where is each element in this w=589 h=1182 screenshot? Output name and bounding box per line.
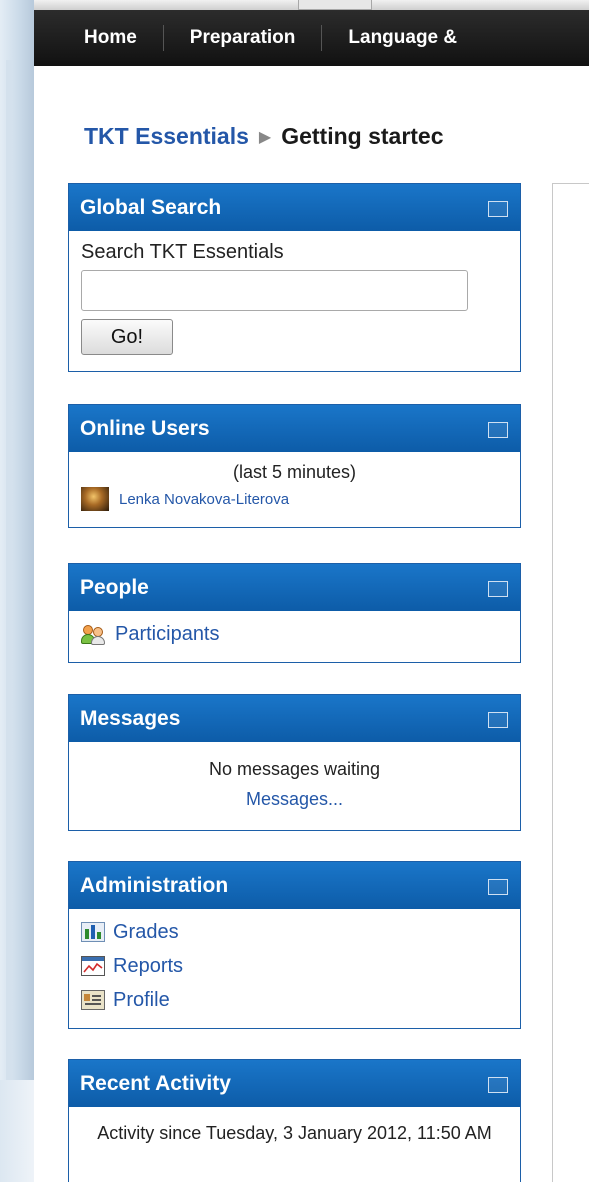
- collapse-icon[interactable]: [488, 201, 508, 217]
- participants-icon: [81, 623, 107, 645]
- go-button[interactable]: Go!: [81, 319, 173, 355]
- profile-link[interactable]: Profile: [113, 989, 170, 1012]
- admin-item-grades[interactable]: Grades: [81, 915, 508, 949]
- recent-activity-text: Activity since Tuesday, 3 January 2012, …: [97, 1123, 492, 1143]
- collapse-icon[interactable]: [488, 1077, 508, 1093]
- nav-item-preparation[interactable]: Preparation: [190, 27, 296, 49]
- profile-icon: [81, 990, 105, 1010]
- main-content-frame: [552, 183, 589, 1182]
- left-strip-inner: [6, 60, 12, 1182]
- messages-block: Messages No messages waiting Messages...: [68, 694, 521, 831]
- recent-activity-block: Recent Activity Activity since Tuesday, …: [68, 1059, 521, 1182]
- people-block: People Participants: [68, 563, 521, 663]
- messages-status: No messages waiting: [208, 759, 381, 779]
- left-strip-foot: [0, 1080, 34, 1182]
- block-title: People: [80, 575, 149, 599]
- participants-link[interactable]: Participants: [115, 623, 220, 646]
- breadcrumb-course-link[interactable]: TKT Essentials: [84, 123, 249, 150]
- block-header: People: [69, 564, 520, 611]
- grades-icon: [81, 922, 105, 942]
- grades-link[interactable]: Grades: [113, 921, 179, 944]
- global-search-block: Global Search Search TKT Essentials Go!: [68, 183, 521, 372]
- block-header: Recent Activity: [69, 1060, 520, 1107]
- user-link[interactable]: Lenka Novakova-Literova: [119, 491, 289, 508]
- administration-block: Administration Grades Reports Profile: [68, 861, 521, 1029]
- browser-tab-stub: [298, 0, 372, 10]
- block-title: Recent Activity: [80, 1071, 231, 1095]
- list-item[interactable]: Lenka Novakova-Literova: [81, 487, 508, 511]
- block-body: Grades Reports Profile: [69, 909, 520, 1025]
- block-body: (last 5 minutes) Lenka Novakova-Literova: [69, 452, 520, 519]
- avatar: [81, 487, 109, 511]
- reports-icon: [81, 956, 105, 976]
- block-body: Search TKT Essentials Go!: [69, 231, 520, 363]
- breadcrumb-current-page: Getting startec: [281, 123, 444, 149]
- block-header: Global Search: [69, 184, 520, 231]
- collapse-icon[interactable]: [488, 422, 508, 438]
- search-label: Search TKT Essentials: [81, 241, 284, 263]
- nav-item-language[interactable]: Language &: [348, 27, 457, 49]
- breadcrumb-arrow-icon: ▶: [258, 128, 272, 146]
- admin-item-reports[interactable]: Reports: [81, 949, 508, 983]
- block-header: Administration: [69, 862, 520, 909]
- collapse-icon[interactable]: [488, 581, 508, 597]
- collapse-icon[interactable]: [488, 712, 508, 728]
- search-input[interactable]: [81, 270, 468, 311]
- block-header: Messages: [69, 695, 520, 742]
- block-title: Messages: [80, 706, 181, 730]
- block-header: Online Users: [69, 405, 520, 452]
- collapse-icon[interactable]: [488, 879, 508, 895]
- online-users-subtitle: (last 5 minutes): [232, 462, 357, 482]
- block-title: Administration: [80, 873, 229, 897]
- admin-item-profile[interactable]: Profile: [81, 983, 508, 1017]
- browser-chrome-edge: [0, 0, 589, 10]
- online-users-block: Online Users (last 5 minutes) Lenka Nova…: [68, 404, 521, 528]
- block-title: Global Search: [80, 195, 222, 219]
- participants-link-row[interactable]: Participants: [81, 617, 508, 651]
- left-margin-strip: [0, 0, 34, 1182]
- breadcrumb: TKT Essentials ▶ Getting startec: [84, 123, 444, 150]
- messages-link[interactable]: Messages...: [81, 784, 508, 814]
- block-body: Participants: [69, 611, 520, 659]
- block-body: No messages waiting Messages...: [69, 742, 520, 822]
- nav-item-home[interactable]: Home: [84, 27, 137, 49]
- nav-separator: [162, 25, 164, 51]
- block-title: Online Users: [80, 416, 210, 440]
- top-navigation-bar: Home Preparation Language &: [34, 10, 589, 66]
- block-body: Activity since Tuesday, 3 January 2012, …: [69, 1107, 520, 1155]
- reports-link[interactable]: Reports: [113, 955, 183, 978]
- nav-separator: [321, 25, 323, 51]
